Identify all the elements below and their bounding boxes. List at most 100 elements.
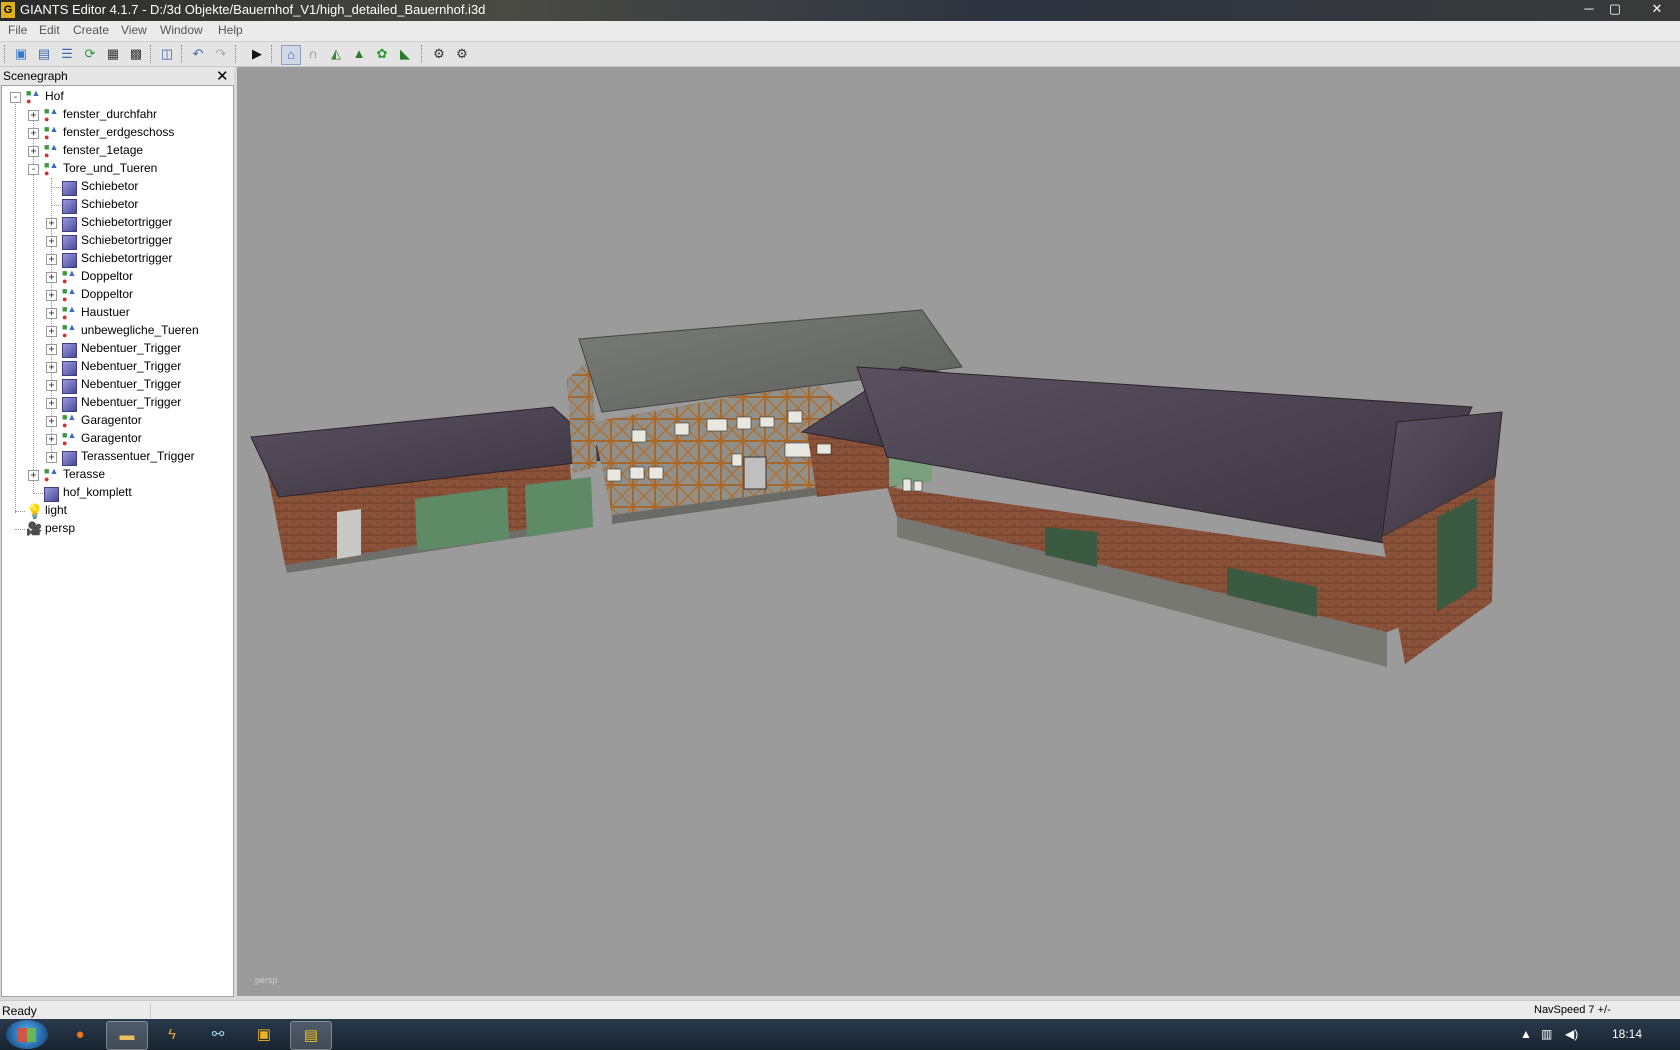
tree-node[interactable]: + ■▲ ● Haustuer xyxy=(2,304,231,322)
giants-app-icon[interactable]: G xyxy=(1,2,15,18)
minimize-button[interactable]: ─ xyxy=(1576,0,1602,18)
title-bar[interactable]: G GIANTS Editor 4.1.7 - D:/3d Objekte/Ba… xyxy=(0,0,1680,21)
list-icon[interactable]: ☰ xyxy=(58,45,76,63)
scenegraph-header: Scenegraph ✕ xyxy=(0,67,234,85)
save-icon[interactable]: ▦ xyxy=(104,45,122,63)
undo-icon[interactable]: ↶ xyxy=(189,45,207,63)
tree-node-label: fenster_1etage xyxy=(63,143,144,157)
collapse-icon[interactable]: - xyxy=(10,92,21,103)
expand-icon[interactable]: + xyxy=(46,380,57,391)
expand-icon[interactable]: + xyxy=(46,272,57,283)
expand-icon[interactable]: + xyxy=(46,398,57,409)
tree-node[interactable]: + Schiebetortrigger xyxy=(2,250,231,268)
terrain-smooth-icon[interactable]: ▲ xyxy=(350,45,368,63)
menu-create[interactable]: Create xyxy=(73,23,109,37)
tree-node[interactable]: + Nebentuer_Trigger xyxy=(2,394,231,412)
new-icon[interactable]: ▣ xyxy=(12,45,30,63)
expand-icon[interactable]: + xyxy=(46,416,57,427)
tree-node[interactable]: + ■▲ ● Terasse xyxy=(2,466,231,484)
expand-icon[interactable]: + xyxy=(28,110,39,121)
expand-icon[interactable]: + xyxy=(46,290,57,301)
tree-node[interactable]: + Schiebetortrigger xyxy=(2,232,231,250)
foliage-icon[interactable]: ✿ xyxy=(373,45,391,63)
tree-node-label: fenster_durchfahr xyxy=(63,107,158,121)
scenegraph-close-icon[interactable]: ✕ xyxy=(216,67,229,85)
toolbar-separator xyxy=(181,45,184,63)
tree-node[interactable]: + Nebentuer_Trigger xyxy=(2,340,231,358)
maximize-button[interactable]: ▢ xyxy=(1602,0,1628,18)
winamp-icon[interactable]: ϟ xyxy=(152,1021,192,1048)
terrain-paint-icon[interactable]: ◣ xyxy=(396,45,414,63)
expand-icon[interactable]: + xyxy=(46,218,57,229)
tree-node[interactable]: 🎥 persp xyxy=(2,520,231,538)
tree-node[interactable]: hof_komplett xyxy=(2,484,231,502)
expand-icon[interactable]: + xyxy=(28,470,39,481)
expand-icon[interactable]: + xyxy=(46,236,57,247)
redo-icon[interactable]: ↷ xyxy=(212,45,230,63)
tree-node[interactable]: Schiebetor xyxy=(2,178,231,196)
magnet-icon[interactable]: ∩ xyxy=(304,45,322,63)
expand-icon[interactable]: + xyxy=(46,326,57,337)
tree-node[interactable]: + ■▲ ● Doppeltor xyxy=(2,286,231,304)
tree-node-label: Schiebetortrigger xyxy=(81,251,173,265)
render-icon[interactable]: ⚙ xyxy=(453,45,471,63)
expand-icon[interactable]: + xyxy=(28,128,39,139)
render-settings-icon[interactable]: ⚙ xyxy=(430,45,448,63)
terrain-raise-icon[interactable]: ◭ xyxy=(327,45,345,63)
giants-editor-icon[interactable]: ▤ xyxy=(290,1021,332,1050)
refresh-icon[interactable]: ⟳ xyxy=(81,45,99,63)
save-as-icon[interactable]: ▩ xyxy=(127,45,145,63)
expand-icon[interactable]: + xyxy=(46,362,57,373)
collapse-icon[interactable]: - xyxy=(28,164,39,175)
tree-node[interactable]: + ■▲ ● unbewegliche_Tueren xyxy=(2,322,231,340)
explorer-icon[interactable]: ▬ xyxy=(106,1021,148,1050)
3d-viewport[interactable]: persp xyxy=(237,67,1680,996)
tree-node[interactable]: + ■▲ ● fenster_1etage xyxy=(2,142,231,160)
play-icon[interactable]: ▶ xyxy=(248,45,266,63)
select-icon[interactable]: ⌂ xyxy=(281,45,301,65)
tray-expand-icon[interactable]: ▲ xyxy=(1520,1027,1532,1041)
camera-icon: 🎥 xyxy=(26,521,43,536)
tree-node[interactable]: + Terassentuer_Trigger xyxy=(2,448,231,466)
expand-icon[interactable]: + xyxy=(46,452,57,463)
tree-node[interactable]: + Nebentuer_Trigger xyxy=(2,358,231,376)
tree-node[interactable]: + ■▲ ● fenster_durchfahr xyxy=(2,106,231,124)
expand-icon[interactable]: + xyxy=(46,308,57,319)
network-app-icon[interactable]: ⚯ xyxy=(198,1021,238,1048)
firefox-icon[interactable]: ● xyxy=(60,1021,100,1048)
start-button[interactable] xyxy=(6,1020,48,1049)
left-shed-door xyxy=(337,509,361,559)
tree-node[interactable]: + ■▲ ● fenster_erdgeschoss xyxy=(2,124,231,142)
status-separator xyxy=(150,1003,151,1018)
shape-cube-icon xyxy=(62,217,77,232)
expand-icon[interactable]: + xyxy=(46,434,57,445)
expand-icon[interactable]: + xyxy=(46,344,57,355)
menu-view[interactable]: View xyxy=(121,23,147,37)
open-icon[interactable]: ▤ xyxy=(35,45,53,63)
tree-node[interactable]: + ■▲ ● Garagentor xyxy=(2,430,231,448)
shape-cube-icon xyxy=(62,235,77,250)
tree-node[interactable]: + ■▲ ● Doppeltor xyxy=(2,268,231,286)
outlook-icon[interactable]: ▣ xyxy=(244,1021,284,1048)
menu-edit[interactable]: Edit xyxy=(39,23,60,37)
tree-node[interactable]: 💡 light xyxy=(2,502,231,520)
tree-node[interactable]: Schiebetor xyxy=(2,196,231,214)
clock[interactable]: 18:14 xyxy=(1612,1027,1642,1041)
volume-icon[interactable]: ◀) xyxy=(1565,1027,1578,1041)
network-tray-icon[interactable]: ▥ xyxy=(1541,1027,1552,1041)
expand-icon[interactable]: + xyxy=(46,254,57,265)
expand-icon[interactable]: + xyxy=(28,146,39,157)
menu-window[interactable]: Window xyxy=(160,23,203,37)
tree-node-label: light xyxy=(45,503,68,517)
tree-node[interactable]: + ■▲ ● Garagentor xyxy=(2,412,231,430)
tree-node[interactable]: - ■▲ ● Tore_und_Tueren xyxy=(2,160,231,178)
scene-icon[interactable]: ◫ xyxy=(158,45,176,63)
tree-node[interactable]: - ■▲ ● Hof xyxy=(2,88,231,106)
close-button[interactable]: ✕ xyxy=(1640,0,1674,18)
tree-node[interactable]: + Schiebetortrigger xyxy=(2,214,231,232)
menu-file[interactable]: File xyxy=(8,23,27,37)
scenegraph-tree[interactable]: - ■▲ ● Hof + ■▲ ● fenster_durchfahr + ■▲ ● fenster_… xyxy=(1,85,234,997)
toolbar-separator xyxy=(150,45,153,63)
tree-node[interactable]: + Nebentuer_Trigger xyxy=(2,376,231,394)
menu-help[interactable]: Help xyxy=(218,23,243,37)
